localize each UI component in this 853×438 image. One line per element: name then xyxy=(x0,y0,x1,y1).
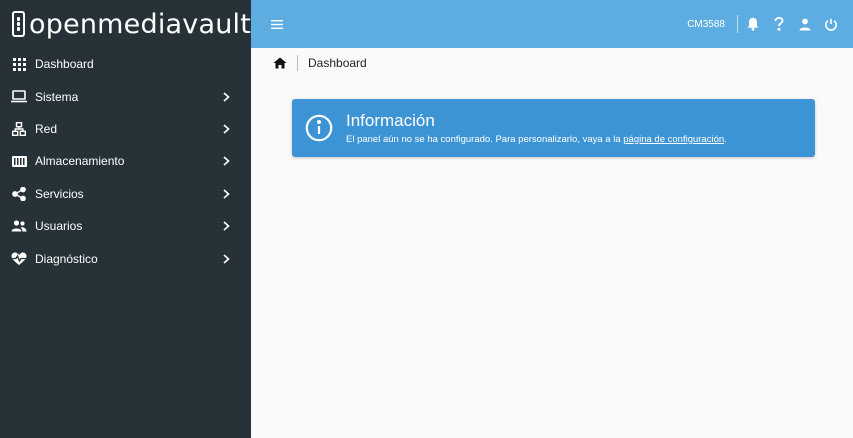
breadcrumb-current: Dashboard xyxy=(308,56,367,70)
sidebar-item-label: Almacenamiento xyxy=(35,154,125,169)
home-icon[interactable] xyxy=(273,56,287,70)
sidebar-item-label: Servicios xyxy=(35,186,84,201)
topbar-divider xyxy=(737,15,738,33)
users-icon xyxy=(11,218,27,234)
info-alert: Información El panel aún no se ha config… xyxy=(292,99,815,157)
sidebar-item-dashboard[interactable]: Dashboard xyxy=(0,48,251,80)
sidebar-item-label: Sistema xyxy=(35,89,79,104)
chevron-right-icon xyxy=(221,156,231,166)
power-icon[interactable] xyxy=(824,17,838,31)
bell-icon[interactable] xyxy=(746,17,760,31)
chevron-right-icon xyxy=(221,189,231,199)
heart-pulse-icon xyxy=(11,251,27,267)
share-icon xyxy=(11,186,27,202)
brand[interactable]: openmediavault xyxy=(0,0,251,48)
sidebar-item-usuarios[interactable]: Usuarios xyxy=(0,210,251,242)
sidebar-item-label: Red xyxy=(35,121,58,136)
sidebar: openmediavault Dashboard Sistema Red Alm… xyxy=(0,0,251,438)
sidebar-item-red[interactable]: Red xyxy=(0,113,251,145)
sidebar-item-diagnostico[interactable]: Diagnóstico xyxy=(0,242,251,274)
topbar: CM3588 xyxy=(251,0,853,48)
storage-icon xyxy=(11,153,27,169)
sidebar-item-label: Diagnóstico xyxy=(35,251,98,266)
chevron-right-icon xyxy=(221,221,231,231)
network-icon xyxy=(11,121,27,137)
server-logo-icon xyxy=(12,11,25,37)
info-message: El panel aún no se ha configurado. Para … xyxy=(346,134,727,146)
info-body: Información El panel aún no se ha config… xyxy=(346,111,727,146)
sidebar-item-label: Usuarios xyxy=(35,219,83,234)
config-page-link[interactable]: página de configuración xyxy=(623,134,724,145)
breadcrumb: Dashboard xyxy=(251,48,853,78)
laptop-icon xyxy=(11,89,27,105)
dashboard-grid-icon xyxy=(11,56,27,72)
info-icon xyxy=(305,114,333,142)
sidebar-item-label: Dashboard xyxy=(35,57,94,72)
info-text-end: . xyxy=(724,133,727,145)
user-icon[interactable] xyxy=(798,17,812,31)
sidebar-item-sistema[interactable]: Sistema xyxy=(0,80,251,112)
brand-name: openmediavault xyxy=(28,8,251,40)
sidebar-nav: Dashboard Sistema Red Almacenamiento Ser… xyxy=(0,48,251,275)
sidebar-item-almacenamiento[interactable]: Almacenamiento xyxy=(0,145,251,177)
info-text: El panel aún no se ha configurado. Para … xyxy=(346,133,624,145)
menu-icon[interactable] xyxy=(269,16,285,32)
chevron-right-icon xyxy=(221,253,231,264)
help-icon[interactable] xyxy=(772,17,786,31)
chevron-right-icon xyxy=(221,91,231,102)
chevron-right-icon xyxy=(221,124,231,134)
info-title: Información xyxy=(346,110,435,130)
hostname: CM3588 xyxy=(687,18,725,30)
breadcrumb-divider xyxy=(297,55,298,71)
sidebar-item-servicios[interactable]: Servicios xyxy=(0,178,251,210)
